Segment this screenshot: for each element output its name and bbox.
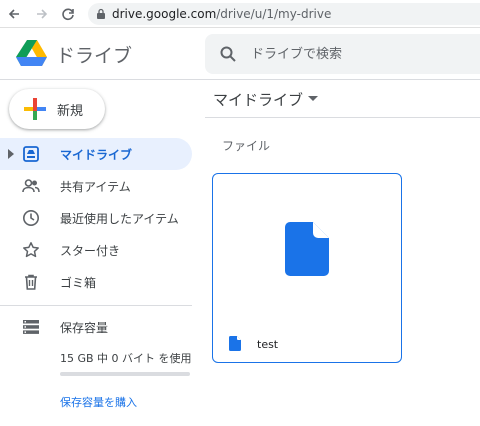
- back-button[interactable]: [4, 4, 24, 24]
- back-arrow-icon: [8, 9, 19, 19]
- sidebar-item-recent[interactable]: 最近使用したアイテム: [0, 202, 192, 234]
- file-name: test: [257, 338, 279, 351]
- new-button[interactable]: 新規: [9, 89, 105, 129]
- sidebar-item-starred[interactable]: スター付き: [0, 234, 192, 266]
- address-bar[interactable]: drive.google.com/drive/u/1/my-drive: [88, 3, 480, 25]
- forward-button[interactable]: [32, 4, 52, 24]
- chevron-down-icon[interactable]: [308, 96, 318, 102]
- trash-icon: [25, 274, 37, 290]
- file-card[interactable]: test: [212, 173, 402, 363]
- sidebar-item-label: マイドライブ: [60, 148, 133, 162]
- browser-toolbar: drive.google.com/drive/u/1/my-drive: [0, 0, 480, 28]
- sidebar-divider: [0, 305, 192, 306]
- caret-right-icon[interactable]: [8, 149, 14, 159]
- storage-label: 保存容量: [60, 321, 109, 335]
- new-button-label: 新規: [57, 104, 84, 119]
- url-text: drive.google.com/drive/u/1/my-drive: [112, 7, 331, 21]
- main-title-row: マイドライブ: [205, 80, 480, 118]
- forward-arrow-icon: [37, 9, 48, 19]
- storage-progress-bar: [60, 372, 190, 376]
- app-title: ドライブ: [56, 45, 133, 67]
- my-drive-icon: [23, 146, 39, 162]
- sidebar-item-label: 最近使用したアイテム: [60, 212, 179, 226]
- buy-storage-link[interactable]: 保存容量を購入: [60, 394, 137, 410]
- search-icon[interactable]: [219, 45, 237, 63]
- drive-logo-icon[interactable]: [16, 40, 48, 68]
- clock-icon: [23, 210, 39, 226]
- files-section-label: ファイル: [222, 139, 271, 153]
- url-path: /drive/u/1/my-drive: [216, 7, 332, 21]
- page-title[interactable]: マイドライブ: [213, 89, 303, 110]
- url-host: drive.google.com: [112, 7, 217, 21]
- plus-icon: [24, 98, 46, 120]
- search-bar[interactable]: [205, 34, 480, 74]
- document-small-icon: [229, 336, 241, 351]
- file-thumbnail: [213, 174, 401, 324]
- reload-icon: [62, 8, 74, 21]
- sidebar-item-label: スター付き: [60, 244, 121, 258]
- file-card-footer: test: [213, 324, 401, 362]
- storage-usage-text: 15 GB 中 0 バイト を使用: [60, 352, 192, 365]
- reload-button[interactable]: [58, 4, 78, 24]
- sidebar-item-shared[interactable]: 共有アイテム: [0, 170, 192, 202]
- shared-people-icon: [22, 179, 40, 193]
- sidebar-item-trash[interactable]: ゴミ箱: [0, 266, 192, 298]
- star-icon: [23, 242, 39, 258]
- sidebar-item-label: ゴミ箱: [60, 276, 97, 290]
- sidebar-item-label: 共有アイテム: [60, 180, 131, 194]
- app-header: ドライブ: [0, 28, 480, 80]
- storage-icon: [23, 320, 39, 334]
- document-icon: [285, 222, 329, 276]
- search-input[interactable]: [251, 44, 471, 64]
- lock-icon: [97, 8, 105, 19]
- sidebar-item-my-drive[interactable]: マイドライブ: [0, 138, 192, 170]
